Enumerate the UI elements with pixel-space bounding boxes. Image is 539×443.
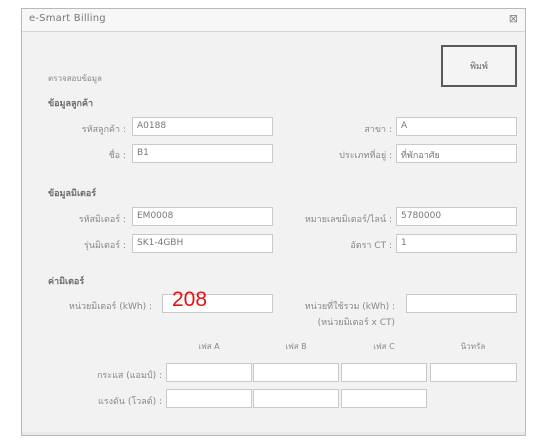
meter-unit-value: 208 bbox=[172, 288, 208, 311]
address-type-label: ประเภทที่อยู่ : bbox=[339, 151, 392, 161]
ct-ratio-label: อัตรา CT : bbox=[350, 241, 392, 251]
meter-code-field[interactable]: EM0008 bbox=[132, 207, 273, 226]
window-bottom-edge bbox=[22, 432, 525, 435]
meter-model-field[interactable]: SK1-4GBH bbox=[132, 234, 273, 253]
total-units-label: หน่วยที่ใช้รวม (kWh) : bbox=[304, 302, 395, 312]
meter-code-label: รหัสมิเตอร์ : bbox=[78, 215, 126, 225]
reading-section-label: ค่ามิเตอร์ bbox=[48, 277, 85, 287]
close-window-icon[interactable]: ⊠ bbox=[509, 12, 518, 25]
customer-code-label: รหัสลูกค้า : bbox=[81, 125, 126, 135]
customer-code-field[interactable]: A0188 bbox=[132, 117, 273, 136]
current-amp-label: กระแส (แอมป์) : bbox=[96, 371, 162, 381]
total-units-sublabel: (หน่วยมิเตอร์ x CT) bbox=[317, 318, 395, 328]
voltage-phase-c-field[interactable] bbox=[341, 389, 427, 408]
name-field[interactable]: B1 bbox=[132, 144, 273, 163]
branch-field[interactable]: A bbox=[396, 117, 517, 136]
branch-label: สาขา : bbox=[364, 125, 392, 135]
meter-number-label: หมายเลขมิเตอร์/ไลน์ : bbox=[304, 215, 392, 225]
meter-section-label: ข้อมูลมิเตอร์ bbox=[48, 189, 97, 199]
smart-billing-window: e-Smart Billing ⊠ พิมพ์ ตรวจสอบข้อมูล ข้… bbox=[21, 8, 526, 436]
title-bar: e-Smart Billing ⊠ bbox=[22, 9, 525, 32]
current-phase-c-field[interactable] bbox=[341, 363, 427, 382]
name-label: ชื่อ : bbox=[108, 151, 126, 161]
meter-unit-label: หน่วยมิเตอร์ (kWh) : bbox=[68, 302, 152, 312]
current-phase-a-field[interactable] bbox=[166, 363, 252, 382]
phase-c-header: เฟส C bbox=[373, 342, 395, 351]
current-phase-b-field[interactable] bbox=[253, 363, 339, 382]
window-title: e-Smart Billing bbox=[29, 13, 106, 24]
neutral-header: นิวทรัล bbox=[460, 342, 486, 351]
customer-section-label: ข้อมูลลูกค้า bbox=[48, 99, 94, 109]
address-type-field[interactable]: ที่พักอาศัย bbox=[396, 144, 517, 163]
phase-b-header: เฟส B bbox=[285, 342, 307, 351]
phase-a-header: เฟส A bbox=[198, 342, 220, 351]
current-neutral-field[interactable] bbox=[430, 363, 517, 382]
print-button[interactable]: พิมพ์ bbox=[441, 45, 517, 87]
meter-number-field[interactable]: 5780000 bbox=[396, 207, 517, 226]
meter-model-label: รุ่นมิเตอร์ : bbox=[84, 241, 126, 251]
total-units-field[interactable] bbox=[406, 294, 517, 313]
form-caption: ตรวจสอบข้อมูล bbox=[48, 74, 102, 83]
voltage-phase-a-field[interactable] bbox=[166, 389, 252, 408]
ct-ratio-field[interactable]: 1 bbox=[396, 234, 517, 253]
voltage-phase-b-field[interactable] bbox=[253, 389, 339, 408]
voltage-label: แรงดัน (โวลต์) : bbox=[97, 397, 162, 407]
